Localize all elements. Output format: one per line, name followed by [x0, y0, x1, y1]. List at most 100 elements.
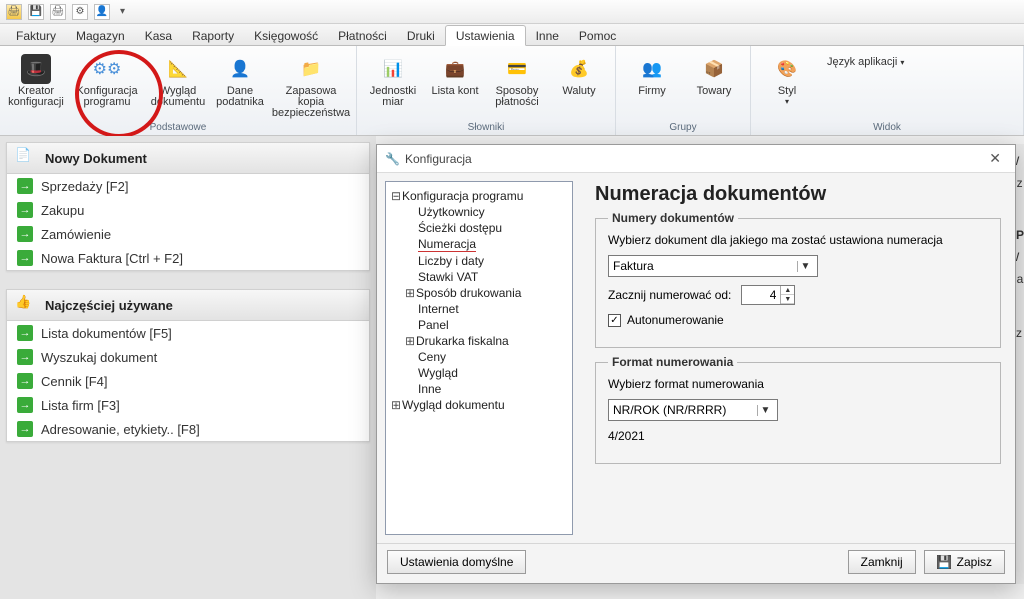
- sideitem-cennik[interactable]: →Cennik [F4]: [7, 369, 369, 393]
- fieldset-format: Format numerowania Wybierz format numero…: [595, 362, 1001, 464]
- side-pane: 📄Nowy Dokument →Sprzedaży [F2] →Zakupu →…: [0, 136, 376, 599]
- ribbon-dane[interactable]: 👤Dane podatnika: [210, 50, 270, 121]
- tree-root[interactable]: ⊟Konfiguracja programu: [390, 188, 568, 204]
- tree-item[interactable]: Ścieżki dostępu: [390, 220, 568, 236]
- format-combo[interactable]: NR/ROK (NR/RRRR) ▼: [608, 399, 778, 421]
- tree-item[interactable]: Stawki VAT: [390, 269, 568, 285]
- sideitem-zamowienie[interactable]: →Zamówienie: [7, 222, 369, 246]
- tab-kasa[interactable]: Kasa: [135, 26, 182, 45]
- panel-najczesciej: 👍 Najczęściej używane →Lista dokumentów […: [6, 289, 370, 442]
- ribbon-konfiguracja[interactable]: ⚙⚙Konfiguracja programu: [68, 50, 146, 121]
- tree-item[interactable]: ⊞Wygląd dokumentu: [390, 397, 568, 413]
- ribbon-wyglad[interactable]: 📐Wygląd dokumentu: [148, 50, 208, 121]
- sideitem-lista-dok[interactable]: →Lista dokumentów [F5]: [7, 321, 369, 345]
- tree-item[interactable]: ⊞Sposób drukowania: [390, 285, 568, 301]
- fieldset-legend: Format numerowania: [608, 355, 737, 369]
- ribbon-kreator[interactable]: 🎩Kreator konfiguracji: [6, 50, 66, 121]
- qat-print-icon[interactable]: 🖨: [50, 4, 66, 20]
- ribbon-jednostki[interactable]: 📊Jednostki miar: [363, 50, 423, 121]
- qat-dropdown-icon[interactable]: ▾: [120, 6, 125, 17]
- sideitem-wyszukaj[interactable]: →Wyszukaj dokument: [7, 345, 369, 369]
- close-icon[interactable]: ✕: [983, 150, 1007, 167]
- tab-pomoc[interactable]: Pomoc: [569, 26, 626, 45]
- spin-down-icon[interactable]: ▼: [781, 295, 794, 304]
- autonumber-checkbox[interactable]: ✓ Autonumerowanie: [608, 313, 988, 327]
- start-number-spinner[interactable]: ▲▼: [741, 285, 795, 305]
- chevron-down-icon: ▼: [797, 261, 813, 272]
- config-dialog: 🔧 Konfiguracja ✕ ⊟Konfiguracja programu …: [376, 144, 1016, 584]
- document-icon: 📄: [15, 147, 37, 169]
- sideitem-sprzedazy[interactable]: →Sprzedaży [F2]: [7, 174, 369, 198]
- sideitem-adresowanie[interactable]: →Adresowanie, etykiety.. [F8]: [7, 417, 369, 441]
- arrow-icon: →: [17, 325, 33, 341]
- format-preview: 4/2021: [608, 429, 988, 443]
- ribbon-waluty[interactable]: 💰Waluty: [549, 50, 609, 121]
- save-icon: 💾: [937, 555, 951, 569]
- sideitem-lista-firm[interactable]: →Lista firm [F3]: [7, 393, 369, 417]
- config-tree[interactable]: ⊟Konfiguracja programu Użytkownicy Ścież…: [385, 181, 573, 535]
- tree-item[interactable]: Internet: [390, 301, 568, 317]
- tree-item[interactable]: Inne: [390, 381, 568, 397]
- app-icon: 🖨: [6, 4, 22, 20]
- tab-druki[interactable]: Druki: [397, 26, 445, 45]
- ribbon-konta[interactable]: 💼Lista kont: [425, 50, 485, 121]
- tab-ustawienia[interactable]: Ustawienia: [445, 25, 526, 46]
- ribbon-platnosci[interactable]: 💳Sposoby płatności: [487, 50, 547, 121]
- label-format: Wybierz format numerowania: [608, 377, 988, 391]
- lang-label: Język aplikacji ▾: [819, 50, 904, 121]
- tab-ksiegowosc[interactable]: Księgowość: [244, 26, 328, 45]
- checkbox-icon: ✓: [608, 314, 621, 327]
- panel-nowy-dokument: 📄Nowy Dokument →Sprzedaży [F2] →Zakupu →…: [6, 142, 370, 271]
- quick-access-toolbar: 🖨 💾 🖨 ⚙ 👤 ▾: [0, 0, 1024, 24]
- ribbon-group-label: Słowniki: [363, 121, 609, 135]
- tab-raporty[interactable]: Raporty: [182, 26, 244, 45]
- tree-item[interactable]: Wygląd: [390, 365, 568, 381]
- ribbon-backup[interactable]: 📁Zapasowa kopia bezpieczeństwa: [272, 50, 350, 121]
- defaults-button[interactable]: Ustawienia domyślne: [387, 550, 526, 574]
- dialog-title: Konfiguracja: [405, 152, 472, 166]
- ribbon: 🎩Kreator konfiguracji ⚙⚙Konfiguracja pro…: [0, 46, 1024, 136]
- tree-item-selected[interactable]: Numeracja: [390, 236, 568, 253]
- thumbs-up-icon: 👍: [15, 294, 37, 316]
- close-button[interactable]: Zamknij: [848, 550, 916, 574]
- config-right: Numeracja dokumentów Numery dokumentów W…: [581, 173, 1015, 543]
- arrow-icon: →: [17, 250, 33, 266]
- tree-item[interactable]: Liczby i daty: [390, 253, 568, 269]
- sideitem-zakupu[interactable]: →Zakupu: [7, 198, 369, 222]
- start-number-input[interactable]: [742, 288, 780, 302]
- ribbon-styl[interactable]: 🎨Styl▾: [757, 50, 817, 121]
- tab-platnosci[interactable]: Płatności: [328, 26, 397, 45]
- dialog-titlebar: 🔧 Konfiguracja ✕: [377, 145, 1015, 173]
- arrow-icon: →: [17, 349, 33, 365]
- tree-item[interactable]: Panel: [390, 317, 568, 333]
- fieldset-numery: Numery dokumentów Wybierz dokument dla j…: [595, 218, 1001, 348]
- arrow-icon: →: [17, 397, 33, 413]
- tab-inne[interactable]: Inne: [526, 26, 569, 45]
- sideitem-nowa-faktura[interactable]: →Nowa Faktura [Ctrl + F2]: [7, 246, 369, 270]
- qat-settings-icon[interactable]: ⚙: [72, 4, 88, 20]
- ribbon-group-label: Podstawowe: [6, 121, 350, 135]
- tab-magazyn[interactable]: Magazyn: [66, 26, 135, 45]
- main-tabstrip: Faktury Magazyn Kasa Raporty Księgowość …: [0, 24, 1024, 46]
- tree-item[interactable]: Ceny: [390, 349, 568, 365]
- arrow-icon: →: [17, 373, 33, 389]
- spin-up-icon[interactable]: ▲: [781, 286, 794, 295]
- doc-type-combo[interactable]: Faktura ▼: [608, 255, 818, 277]
- qat-user-icon[interactable]: 👤: [94, 4, 110, 20]
- tree-item[interactable]: ⊞Drukarka fiskalna: [390, 333, 568, 349]
- chevron-down-icon: ▼: [757, 405, 773, 416]
- save-button[interactable]: 💾Zapisz: [924, 550, 1005, 574]
- ribbon-towary[interactable]: 📦Towary: [684, 50, 744, 121]
- tab-faktury[interactable]: Faktury: [6, 26, 66, 45]
- arrow-icon: →: [17, 421, 33, 437]
- label-doc: Wybierz dokument dla jakiego ma zostać u…: [608, 233, 988, 247]
- arrow-icon: →: [17, 202, 33, 218]
- qat-save-icon[interactable]: 💾: [28, 4, 44, 20]
- tree-item[interactable]: Użytkownicy: [390, 204, 568, 220]
- dialog-footer: Ustawienia domyślne Zamknij 💾Zapisz: [377, 543, 1015, 579]
- panel-title: Najczęściej używane: [45, 298, 173, 313]
- arrow-icon: →: [17, 226, 33, 242]
- fieldset-legend: Numery dokumentów: [608, 211, 738, 225]
- wrench-icon: 🔧: [385, 152, 399, 166]
- ribbon-firmy[interactable]: 👥Firmy: [622, 50, 682, 121]
